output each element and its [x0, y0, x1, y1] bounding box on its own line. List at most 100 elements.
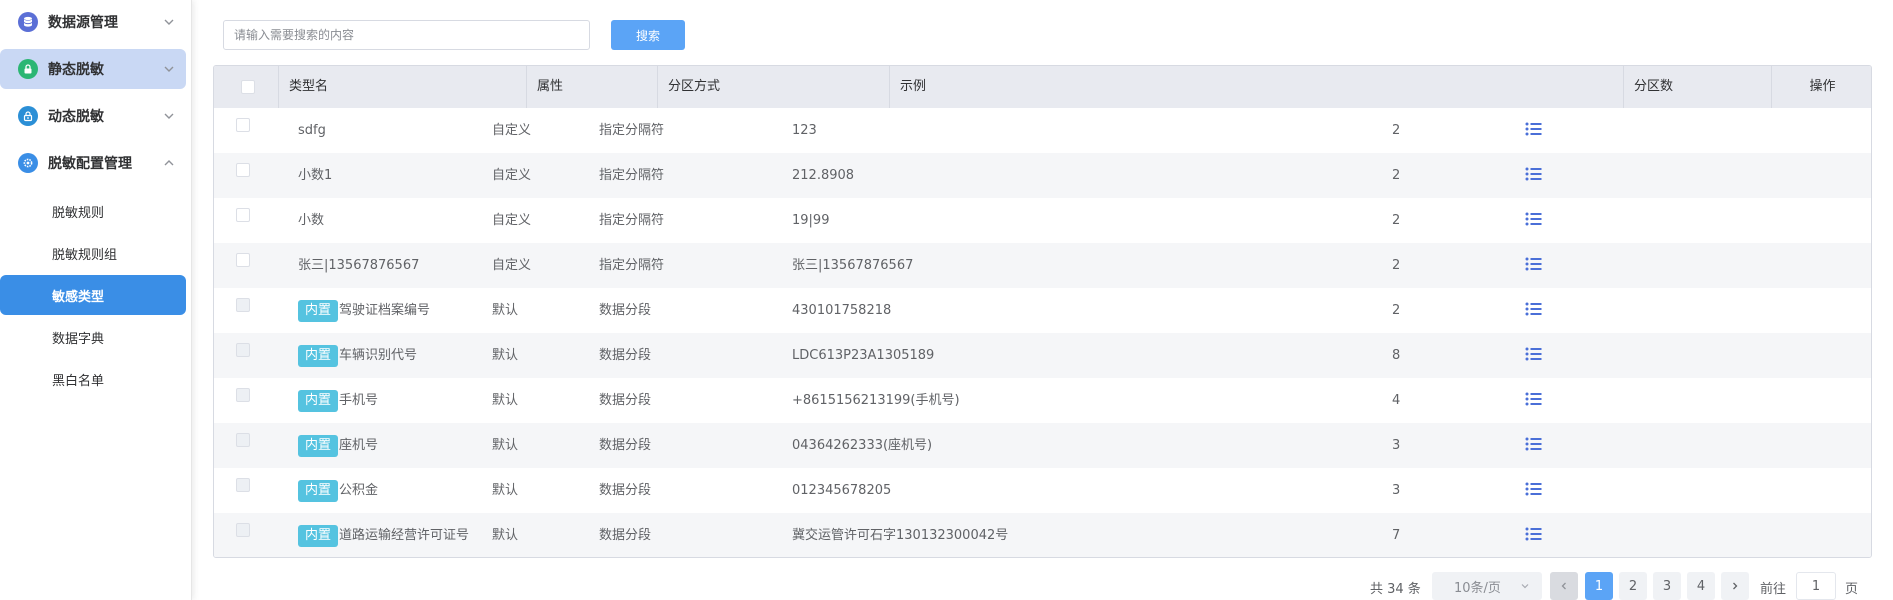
type-name: 小数1 [298, 168, 333, 183]
sidebar-item-masking-rules[interactable]: 脱敏规则 [0, 191, 186, 231]
cell-type-name: 内置 驾驶证档案编号 [298, 288, 430, 333]
type-name: 座机号 [339, 438, 379, 453]
cell-partition-count: 4 [1392, 393, 1401, 408]
menu-dynamic-masking[interactable]: 动态脱敏 [0, 96, 186, 136]
sidebar-item-black-white-list[interactable]: 黑白名单 [0, 359, 186, 399]
cell-example: 123 [792, 123, 817, 138]
row-checkbox[interactable] [236, 118, 250, 132]
cell-example: 冀交运管许可石字130132300042号 [792, 528, 1009, 543]
menu-label: 数据源管理 [48, 15, 118, 31]
cell-type-name: 内置 座机号 [298, 423, 378, 468]
sidebar-item-masking-rule-groups[interactable]: 脱敏规则组 [0, 233, 186, 273]
cell-partition-count: 2 [1392, 303, 1401, 318]
chevron-down-icon [1521, 584, 1529, 589]
cell-partition-method: 数据分段 [599, 528, 652, 543]
cell-example: 04364262333(座机号) [792, 438, 933, 453]
table-row[interactable]: sdfg 自定义 指定分隔符 123 2 [214, 108, 1871, 153]
cell-attribute: 自定义 [492, 258, 532, 273]
table-row[interactable]: 内置 公积金 默认 数据分段 012345678205 3 [214, 468, 1871, 513]
sidebar-item-data-dictionary[interactable]: 数据字典 [0, 317, 186, 357]
cell-partition-count: 3 [1392, 483, 1401, 498]
search-input[interactable] [223, 20, 590, 50]
pagination-total: 共 34 条 [1370, 582, 1421, 597]
cell-example: 张三|13567876567 [792, 258, 914, 273]
type-name: 驾驶证档案编号 [339, 303, 431, 318]
goto-page-input[interactable] [1796, 572, 1836, 600]
sidebar-item-sensitive-types[interactable]: 敏感类型 [0, 275, 186, 315]
cell-partition-method: 数据分段 [599, 483, 652, 498]
cell-partition-method: 指定分隔符 [599, 258, 665, 273]
menu-datasource[interactable]: 数据源管理 [0, 2, 186, 42]
header-actions: 操作 [1809, 79, 1836, 94]
type-name: 张三|13567876567 [298, 258, 420, 273]
builtin-badge: 内置 [298, 299, 339, 322]
row-checkbox [236, 298, 250, 312]
list-icon[interactable] [1524, 435, 1544, 453]
list-icon[interactable] [1524, 480, 1544, 498]
header-partition-method: 分区方式 [658, 66, 890, 108]
goto-label: 前往 [1760, 582, 1787, 597]
row-checkbox[interactable] [236, 163, 250, 177]
list-icon[interactable] [1524, 210, 1544, 228]
next-page-button[interactable] [1721, 572, 1749, 600]
row-checkbox [236, 523, 250, 537]
menu-static-masking[interactable]: 静态脱敏 [0, 49, 186, 89]
table-row[interactable]: 内置 道路运输经营许可证号 默认 数据分段 冀交运管许可石字130132300042号 7 [214, 513, 1871, 557]
prev-page-button[interactable] [1550, 572, 1578, 600]
page-button-1[interactable]: 1 [1585, 572, 1613, 600]
lock-icon [18, 59, 38, 79]
menu-label: 脱敏配置管理 [48, 156, 132, 172]
header-checkbox-cell [214, 66, 279, 108]
cell-attribute: 自定义 [492, 213, 532, 228]
search-button[interactable]: 搜索 [611, 20, 685, 50]
type-name: sdfg [298, 123, 326, 138]
chevron-down-icon [164, 113, 174, 119]
row-checkbox [236, 433, 250, 447]
builtin-badge: 内置 [298, 389, 339, 412]
table-row[interactable]: 小数1 自定义 指定分隔符 212.8908 2 [214, 153, 1871, 198]
table-row[interactable]: 内置 手机号 默认 数据分段 +8615156213199(手机号) 4 [214, 378, 1871, 423]
cell-partition-count: 2 [1392, 123, 1401, 138]
cell-partition-method: 数据分段 [599, 393, 652, 408]
menu-masking-config[interactable]: 脱敏配置管理 [0, 143, 186, 183]
cell-type-name: sdfg [298, 108, 326, 153]
list-icon[interactable] [1524, 255, 1544, 273]
table-row[interactable]: 内置 座机号 默认 数据分段 04364262333(座机号) 3 [214, 423, 1871, 468]
list-icon[interactable] [1524, 525, 1544, 543]
page-size-select[interactable]: 10条/页 [1432, 572, 1542, 600]
cell-attribute: 默认 [492, 303, 519, 318]
cell-attribute: 默认 [492, 483, 519, 498]
row-checkbox[interactable] [236, 208, 250, 222]
list-icon[interactable] [1524, 300, 1544, 318]
page-button-4[interactable]: 4 [1687, 572, 1715, 600]
cell-partition-count: 2 [1392, 213, 1401, 228]
row-checkbox [236, 478, 250, 492]
type-name: 道路运输经营许可证号 [339, 528, 470, 543]
list-icon[interactable] [1524, 390, 1544, 408]
cell-partition-count: 2 [1392, 258, 1401, 273]
page-button-2[interactable]: 2 [1619, 572, 1647, 600]
builtin-badge: 内置 [298, 434, 339, 457]
page-button-3[interactable]: 3 [1653, 572, 1681, 600]
table-row[interactable]: 小数 自定义 指定分隔符 19|99 2 [214, 198, 1871, 243]
chevron-up-icon [164, 160, 174, 166]
table-row[interactable]: 张三|13567876567 自定义 指定分隔符 张三|13567876567 2 [214, 243, 1871, 288]
cell-example: 19|99 [792, 213, 830, 228]
menu-label: 动态脱敏 [48, 109, 104, 125]
list-icon[interactable] [1524, 120, 1544, 138]
chevron-left-icon [1561, 582, 1566, 590]
table-row[interactable]: 内置 驾驶证档案编号 默认 数据分段 430101758218 2 [214, 288, 1871, 333]
row-checkbox[interactable] [236, 253, 250, 267]
gear-icon [18, 153, 38, 173]
builtin-badge: 内置 [298, 524, 339, 547]
table-row[interactable]: 内置 车辆识别代号 默认 数据分段 LDC613P23A1305189 8 [214, 333, 1871, 378]
sensitive-types-table: 类型名 属性 分区方式 示例 分区数 操作 sdfg 自定义 指定分隔符 123 2 小数… [213, 65, 1872, 558]
list-icon[interactable] [1524, 165, 1544, 183]
cell-type-name: 内置 手机号 [298, 378, 378, 423]
cell-partition-method: 数据分段 [599, 348, 652, 363]
list-icon[interactable] [1524, 345, 1544, 363]
cell-attribute: 默认 [492, 438, 519, 453]
cell-attribute: 自定义 [492, 168, 532, 183]
cell-partition-count: 2 [1392, 168, 1401, 183]
header-type-name: 类型名 [279, 66, 527, 108]
